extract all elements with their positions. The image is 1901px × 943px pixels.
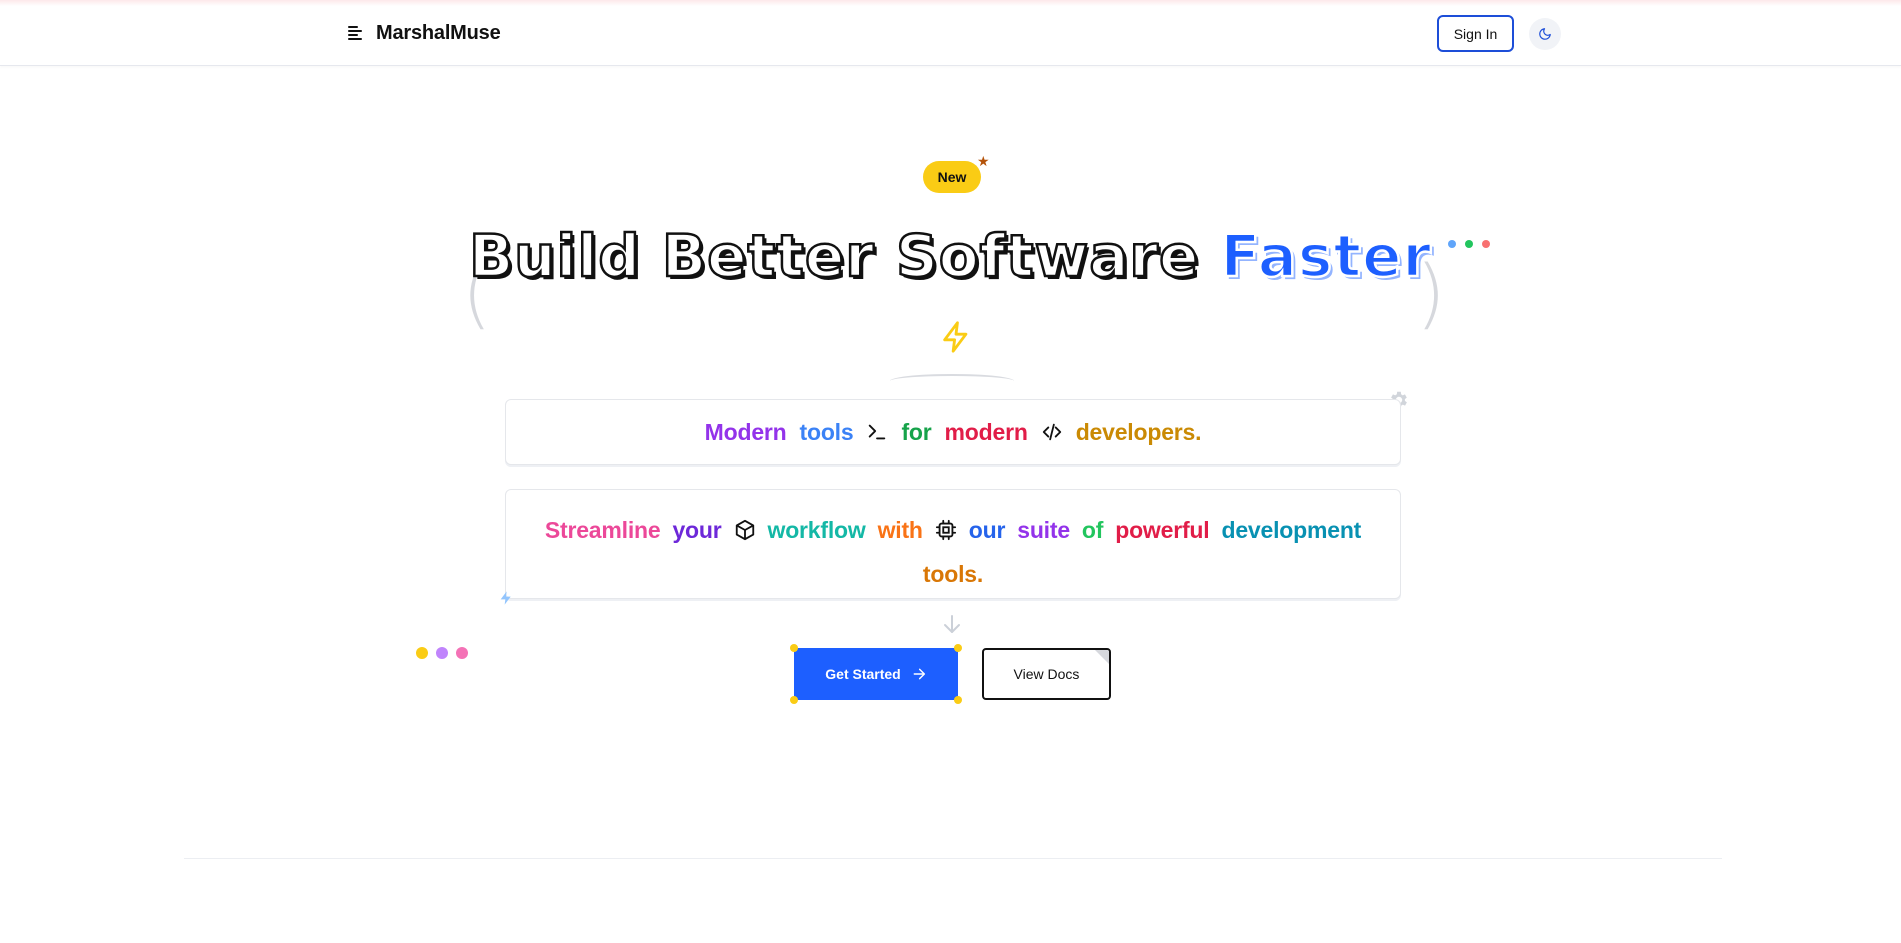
description-word: development [1221, 516, 1362, 543]
new-badge-wrap: New ★ [923, 153, 990, 193]
get-started-button[interactable]: Get Started [790, 644, 962, 704]
get-started-label: Get Started [825, 666, 901, 682]
box-icon [734, 519, 756, 541]
corner-handle [790, 644, 798, 652]
dot [436, 647, 448, 659]
sign-in-button[interactable]: Sign In [1437, 15, 1514, 52]
description-word: powerful [1115, 516, 1210, 543]
section-divider [184, 858, 1722, 859]
description-card: Streamline your workflow with our suite … [505, 489, 1401, 599]
dot [1465, 240, 1473, 248]
brand: MarshalMuse [348, 20, 501, 46]
dot [1482, 240, 1490, 248]
view-docs-button[interactable]: View Docs [982, 648, 1111, 700]
description-word: tools. [922, 560, 984, 587]
moon-icon [1539, 28, 1551, 40]
headline-accent: Faster [1219, 221, 1433, 292]
tagline-word: for [901, 418, 932, 445]
dots-decoration-left [416, 647, 468, 659]
arrow-right-icon [913, 668, 925, 680]
corner-handle [954, 644, 962, 652]
brand-name[interactable]: MarshalMuse [376, 22, 501, 45]
tagline-word: Modern [704, 418, 787, 445]
code-icon [1041, 421, 1063, 443]
tagline-word: tools [799, 418, 854, 445]
folded-corner [1094, 650, 1109, 665]
arrow-down-icon [944, 615, 960, 633]
corner-handle [790, 696, 798, 704]
description-word: suite [1017, 516, 1070, 543]
description-word: of [1081, 516, 1104, 543]
description-word: with [877, 516, 923, 543]
description-line-2: tools. [536, 552, 1370, 596]
new-badge: New [923, 161, 981, 193]
dot [1448, 240, 1456, 248]
headline-main: Build Better Software [468, 221, 1200, 292]
arc-decoration [890, 374, 1014, 388]
dot [456, 647, 468, 659]
star-icon: ★ [977, 153, 990, 169]
tagline-word: modern [944, 418, 1028, 445]
dot [416, 647, 428, 659]
description-word: your [672, 516, 722, 543]
lightning-icon [943, 321, 968, 353]
theme-toggle-button[interactable] [1529, 18, 1561, 50]
view-docs-label: View Docs [1013, 666, 1080, 682]
description-line-1: Streamline your workflow with our suite … [536, 508, 1370, 552]
terminal-icon [866, 421, 888, 443]
corner-handle [954, 696, 962, 704]
cpu-icon [935, 519, 957, 541]
dots-decoration-top-right [1448, 240, 1490, 248]
description-word: workflow [767, 516, 866, 543]
navbar: MarshalMuse Sign In [0, 0, 1901, 66]
tagline-card: Modern tools for modern developers. [505, 399, 1401, 465]
tagline-word: developers. [1075, 418, 1202, 445]
description-word: Streamline [544, 516, 661, 543]
small-lightning-icon [500, 591, 511, 605]
hero-headline: Build Better Software Faster [0, 221, 1901, 292]
menu-icon[interactable] [348, 26, 364, 40]
description-word: our [968, 516, 1006, 543]
